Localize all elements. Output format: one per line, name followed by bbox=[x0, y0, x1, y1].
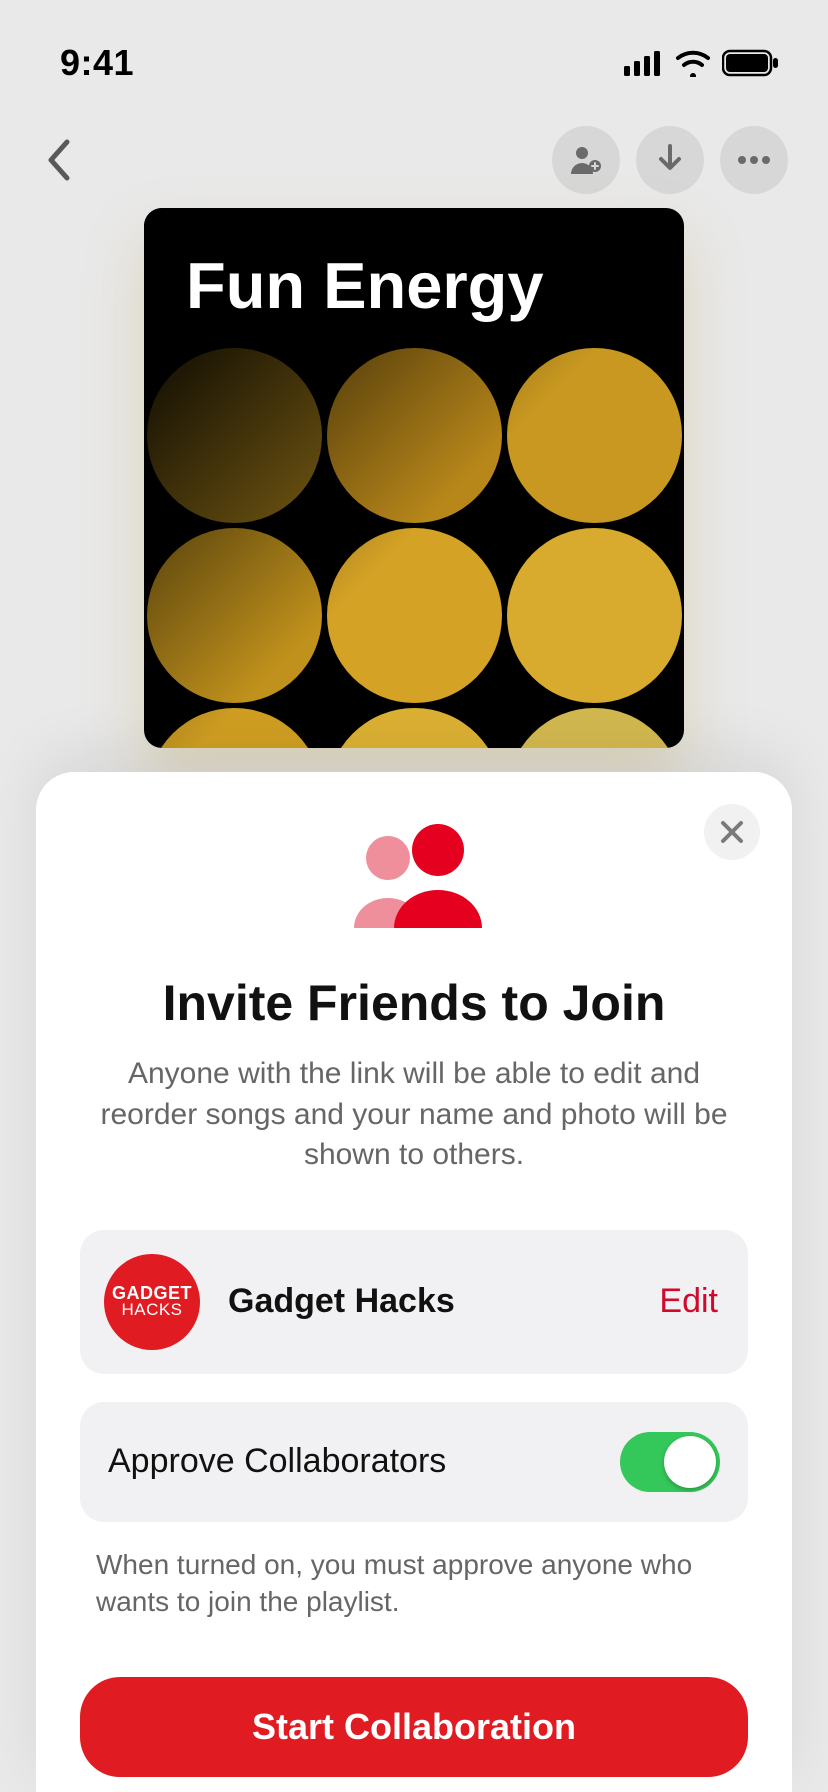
download-button[interactable] bbox=[636, 126, 704, 194]
status-time: 9:41 bbox=[60, 42, 134, 84]
start-collaboration-button[interactable]: Start Collaboration bbox=[80, 1677, 748, 1777]
approve-collaborators-row: Approve Collaborators bbox=[80, 1402, 748, 1522]
wifi-icon bbox=[674, 49, 712, 77]
ellipsis-icon bbox=[736, 155, 772, 165]
nav-header bbox=[0, 110, 828, 200]
playlist-title: Fun Energy bbox=[186, 248, 544, 323]
back-button[interactable] bbox=[30, 130, 90, 190]
close-icon bbox=[719, 819, 745, 845]
approve-collaborators-toggle[interactable] bbox=[620, 1432, 720, 1492]
avatar: GADGET HACKS bbox=[104, 1254, 200, 1350]
sheet-description: Anyone with the link will be able to edi… bbox=[80, 1054, 748, 1176]
add-person-button[interactable] bbox=[552, 126, 620, 194]
sheet-title: Invite Friends to Join bbox=[80, 974, 748, 1032]
invite-sheet: Invite Friends to Join Anyone with the l… bbox=[36, 772, 792, 1792]
status-indicators bbox=[624, 49, 780, 77]
playlist-artwork[interactable]: Fun Energy bbox=[144, 208, 684, 748]
chevron-left-icon bbox=[45, 138, 75, 182]
cellular-icon bbox=[624, 50, 664, 76]
more-button[interactable] bbox=[720, 126, 788, 194]
profile-name: Gadget Hacks bbox=[228, 1282, 659, 1321]
close-button[interactable] bbox=[704, 804, 760, 860]
battery-icon bbox=[722, 49, 780, 77]
approve-collaborators-label: Approve Collaborators bbox=[108, 1442, 446, 1481]
download-icon bbox=[655, 143, 685, 177]
approve-collaborators-description: When turned on, you must approve anyone … bbox=[80, 1540, 748, 1622]
status-bar: 9:41 bbox=[0, 0, 828, 110]
avatar-text-line2: HACKS bbox=[121, 1302, 182, 1318]
playlist-artwork-container: Fun Energy bbox=[0, 200, 828, 748]
person-plus-icon bbox=[569, 144, 603, 176]
edit-button[interactable]: Edit bbox=[659, 1282, 718, 1321]
people-icon bbox=[80, 822, 748, 932]
profile-card: GADGET HACKS Gadget Hacks Edit bbox=[80, 1230, 748, 1374]
